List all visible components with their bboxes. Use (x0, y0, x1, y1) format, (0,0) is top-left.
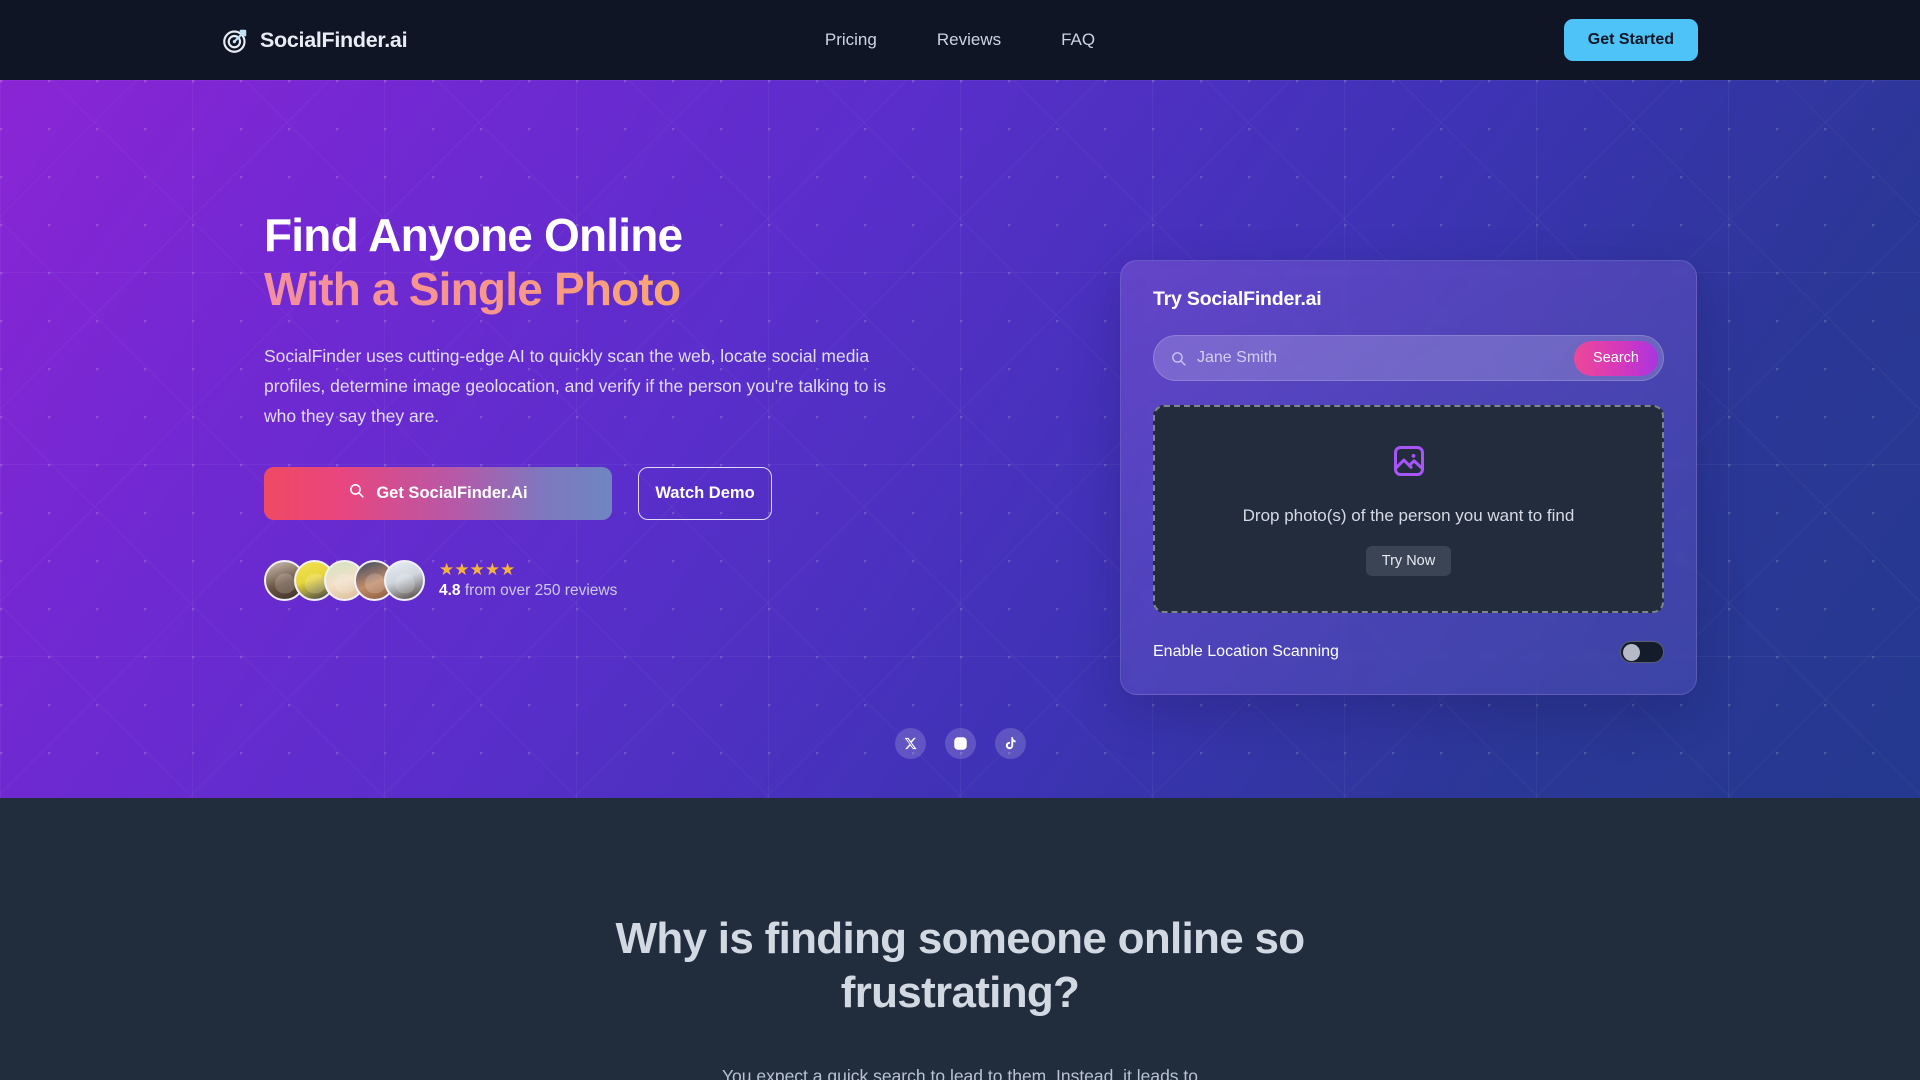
section-subtitle: You expect a quick search to lead to the… (721, 1066, 1199, 1080)
hero-heading: Find Anyone Online With a Single Photo (264, 208, 922, 317)
try-now-button[interactable]: Try Now (1365, 545, 1452, 576)
logo[interactable]: SocialFinder.ai (222, 27, 408, 54)
location-scanning-row: Enable Location Scanning (1153, 641, 1664, 663)
top-navigation-bar: SocialFinder.ai Pricing Reviews FAQ Get … (0, 0, 1920, 80)
avatar (384, 559, 425, 601)
watch-demo-button[interactable]: Watch Demo (638, 466, 772, 520)
get-socialfinder-button[interactable]: Get SocialFinder.Ai (264, 466, 612, 520)
hero-right-column: Try SocialFinder.ai Search (922, 80, 1698, 798)
location-scanning-label: Enable Location Scanning (1153, 643, 1339, 660)
rating-score: 4.8 (439, 581, 461, 599)
logo-text: SocialFinder.ai (260, 27, 408, 52)
tiktok-icon[interactable] (994, 728, 1026, 759)
search-input[interactable] (1187, 349, 1575, 367)
hero-subtitle: SocialFinder uses cutting-edge AI to qui… (264, 345, 887, 426)
rating-block: ★★★★★ 4.8 from over 250 reviews (264, 559, 922, 601)
hero-heading-line2: With a Single Photo (264, 262, 922, 316)
location-scanning-toggle[interactable] (1620, 641, 1664, 663)
rating-count-text: from over 250 reviews (460, 581, 618, 599)
try-card-title: Try SocialFinder.ai (1153, 288, 1322, 310)
hero-heading-line1: Find Anyone Online (264, 209, 683, 261)
get-socialfinder-button-label: Get SocialFinder.Ai (376, 483, 528, 502)
why-frustrating-section: Why is finding someone online so frustra… (0, 798, 1920, 1080)
search-icon (1170, 350, 1187, 367)
target-dart-icon (222, 27, 249, 54)
search-button[interactable]: Search (1574, 340, 1658, 376)
search-bar[interactable]: Search (1153, 335, 1664, 381)
avatar-group (264, 559, 425, 601)
nav-item-pricing[interactable]: Pricing (825, 30, 877, 50)
dropzone-text: Drop photo(s) of the person you want to … (1242, 505, 1575, 525)
toggle-knob (1623, 643, 1640, 661)
nav-links: Pricing Reviews FAQ (825, 30, 1095, 50)
try-socialfinder-card: Try SocialFinder.ai Search (1120, 260, 1697, 695)
section-heading: Why is finding someone online so frustra… (615, 914, 1306, 1017)
hero-left-column: Find Anyone Online With a Single Photo S… (222, 80, 922, 798)
photo-dropzone[interactable]: Drop photo(s) of the person you want to … (1153, 405, 1664, 613)
instagram-icon[interactable] (944, 728, 976, 759)
hero-section: Find Anyone Online With a Single Photo S… (0, 80, 1920, 798)
image-icon (1391, 443, 1427, 484)
nav-item-reviews[interactable]: Reviews (937, 30, 1001, 50)
get-started-button[interactable]: Get Started (1563, 19, 1698, 61)
x-twitter-icon[interactable] (894, 728, 926, 759)
star-rating-icons: ★★★★★ (439, 559, 516, 579)
nav-item-faq[interactable]: FAQ (1061, 30, 1095, 50)
search-icon (348, 482, 365, 504)
rating-text: 4.8 from over 250 reviews (439, 582, 617, 600)
social-links (0, 728, 1920, 759)
hero-button-group: Get SocialFinder.Ai Watch Demo (264, 466, 922, 520)
